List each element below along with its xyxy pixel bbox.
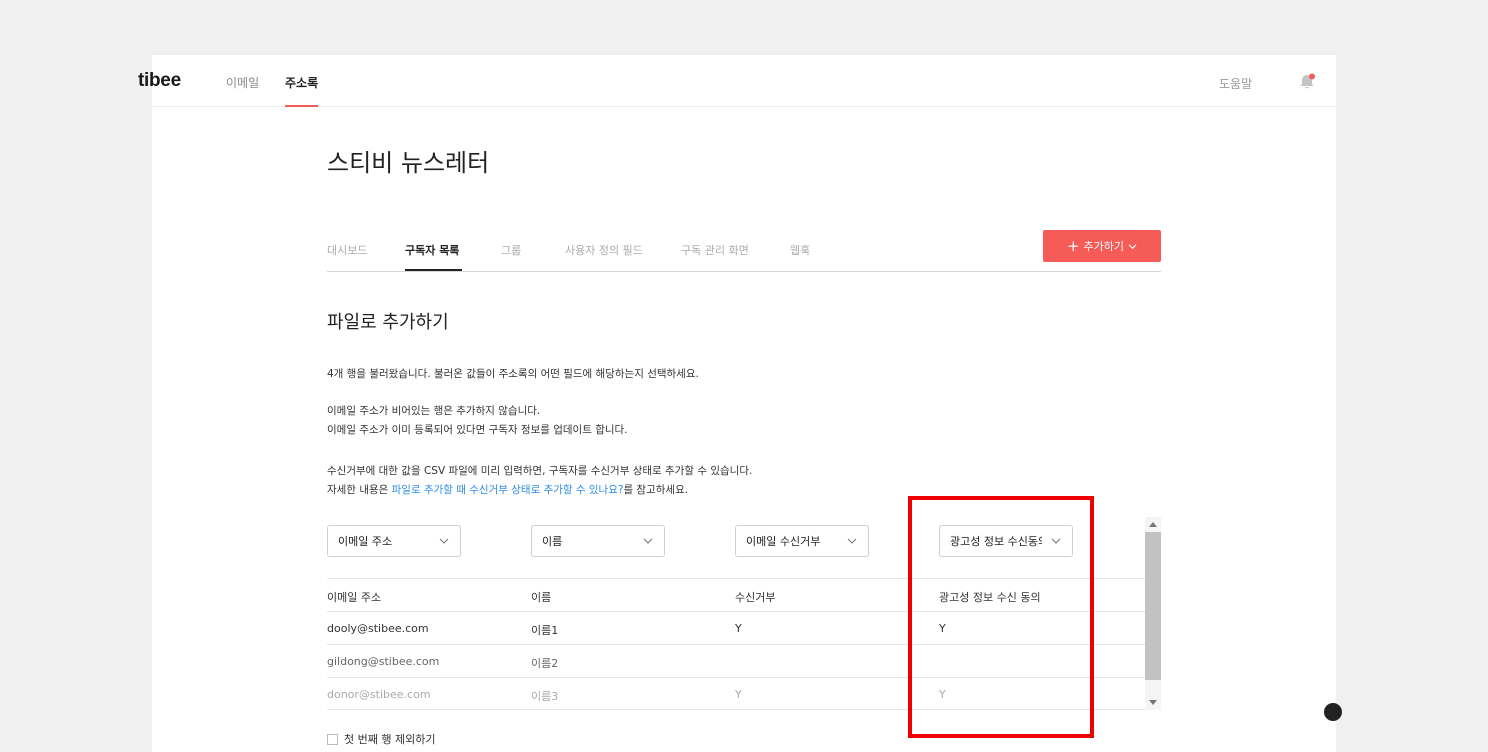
scroll-up-icon[interactable] [1149, 522, 1157, 527]
column-header: 수신거부 [735, 591, 776, 604]
add-button-label: 추가하기 [1083, 240, 1125, 253]
tab-webhook[interactable]: 웹훅 [790, 242, 810, 258]
exclude-first-row-option[interactable]: 첫 번째 행 제외하기 [327, 731, 435, 747]
highlight-box [908, 496, 1094, 738]
select-value: 이메일 주소 [338, 535, 393, 548]
add-button[interactable]: + 추가하기 [1043, 230, 1161, 262]
scroll-down-icon[interactable] [1149, 700, 1157, 705]
tab-subscriber-list[interactable]: 구독자 목록 [405, 242, 459, 258]
info-text: 4개 행을 불러왔습니다. 불러온 값들이 주소록의 어떤 필드에 해당하는지 … [327, 368, 699, 380]
tab-bar: 대시보드 구독자 목록 그룹 사용자 정의 필드 구독 관리 화면 웹훅 [327, 230, 1161, 272]
tab-dashboard[interactable]: 대시보드 [327, 242, 367, 258]
table-cell: gildong@stibee.com [327, 655, 440, 668]
info-text: 자세한 내용은 파일로 추가할 때 수신거부 상태로 추가할 수 있나요?를 참… [327, 481, 688, 500]
top-navigation: tibee 이메일 주소록 도움말 [138, 55, 1336, 107]
field-select-name[interactable]: 이름 [531, 525, 665, 557]
scrollbar-thumb[interactable] [1145, 532, 1161, 680]
chevron-down-icon [439, 538, 449, 544]
column-header: 이름 [531, 591, 552, 604]
exclude-first-row-checkbox[interactable] [327, 733, 338, 745]
section-title: 파일로 추가하기 [327, 312, 449, 333]
info-text: 수신거부에 대한 값을 CSV 파일에 미리 입력하면, 구독자를 수신거부 상… [327, 465, 753, 477]
tab-active-indicator [405, 269, 462, 271]
app-window: tibee 이메일 주소록 도움말 스티비 뉴스레터 대시보드 구독자 목록 그… [138, 55, 1336, 752]
chat-badge-icon[interactable] [1324, 703, 1342, 721]
info-text-prefix: 자세한 내용은 [327, 484, 392, 496]
table-cell: dooly@stibee.com [327, 622, 429, 635]
field-select-unsubscribe[interactable]: 이메일 수신거부 [735, 525, 869, 557]
select-value: 이름 [542, 535, 563, 548]
tab-subscription-page[interactable]: 구독 관리 화면 [681, 242, 749, 258]
select-value: 이메일 수신거부 [746, 535, 821, 548]
info-text-suffix: 를 참고하세요. [623, 484, 689, 496]
vertical-scrollbar[interactable] [1145, 517, 1161, 710]
table-cell: Y [735, 688, 742, 701]
nav-email[interactable]: 이메일 [226, 74, 259, 91]
chevron-down-icon [1128, 243, 1137, 249]
tab-groups[interactable]: 그룹 [501, 242, 521, 258]
chevron-down-icon [643, 538, 653, 544]
info-text: 이메일 주소가 이미 등록되어 있다면 구독자 정보를 업데이트 합니다. [327, 424, 628, 436]
help-link[interactable]: 도움말 [1219, 75, 1252, 92]
table-cell: 이름1 [531, 624, 559, 637]
table-cell: donor@stibee.com [327, 688, 431, 701]
chevron-down-icon [847, 538, 857, 544]
table-cell: 이름2 [531, 657, 559, 670]
column-header: 이메일 주소 [327, 591, 382, 604]
table-cell: Y [735, 622, 742, 635]
bell-icon[interactable] [1299, 73, 1315, 91]
nav-active-indicator [285, 105, 318, 107]
logo: tibee [138, 70, 181, 91]
plus-icon: + [1066, 236, 1080, 255]
nav-address-book[interactable]: 주소록 [285, 74, 318, 91]
field-select-email[interactable]: 이메일 주소 [327, 525, 461, 557]
exclude-first-row-label: 첫 번째 행 제외하기 [344, 733, 436, 746]
info-text: 이메일 주소가 비어있는 행은 추가하지 않습니다. [327, 405, 541, 417]
tab-custom-fields[interactable]: 사용자 정의 필드 [565, 242, 643, 258]
help-article-link[interactable]: 파일로 추가할 때 수신거부 상태로 추가할 수 있나요? [392, 484, 624, 496]
page-title: 스티비 뉴스레터 [327, 149, 490, 177]
table-cell: 이름3 [531, 690, 559, 703]
